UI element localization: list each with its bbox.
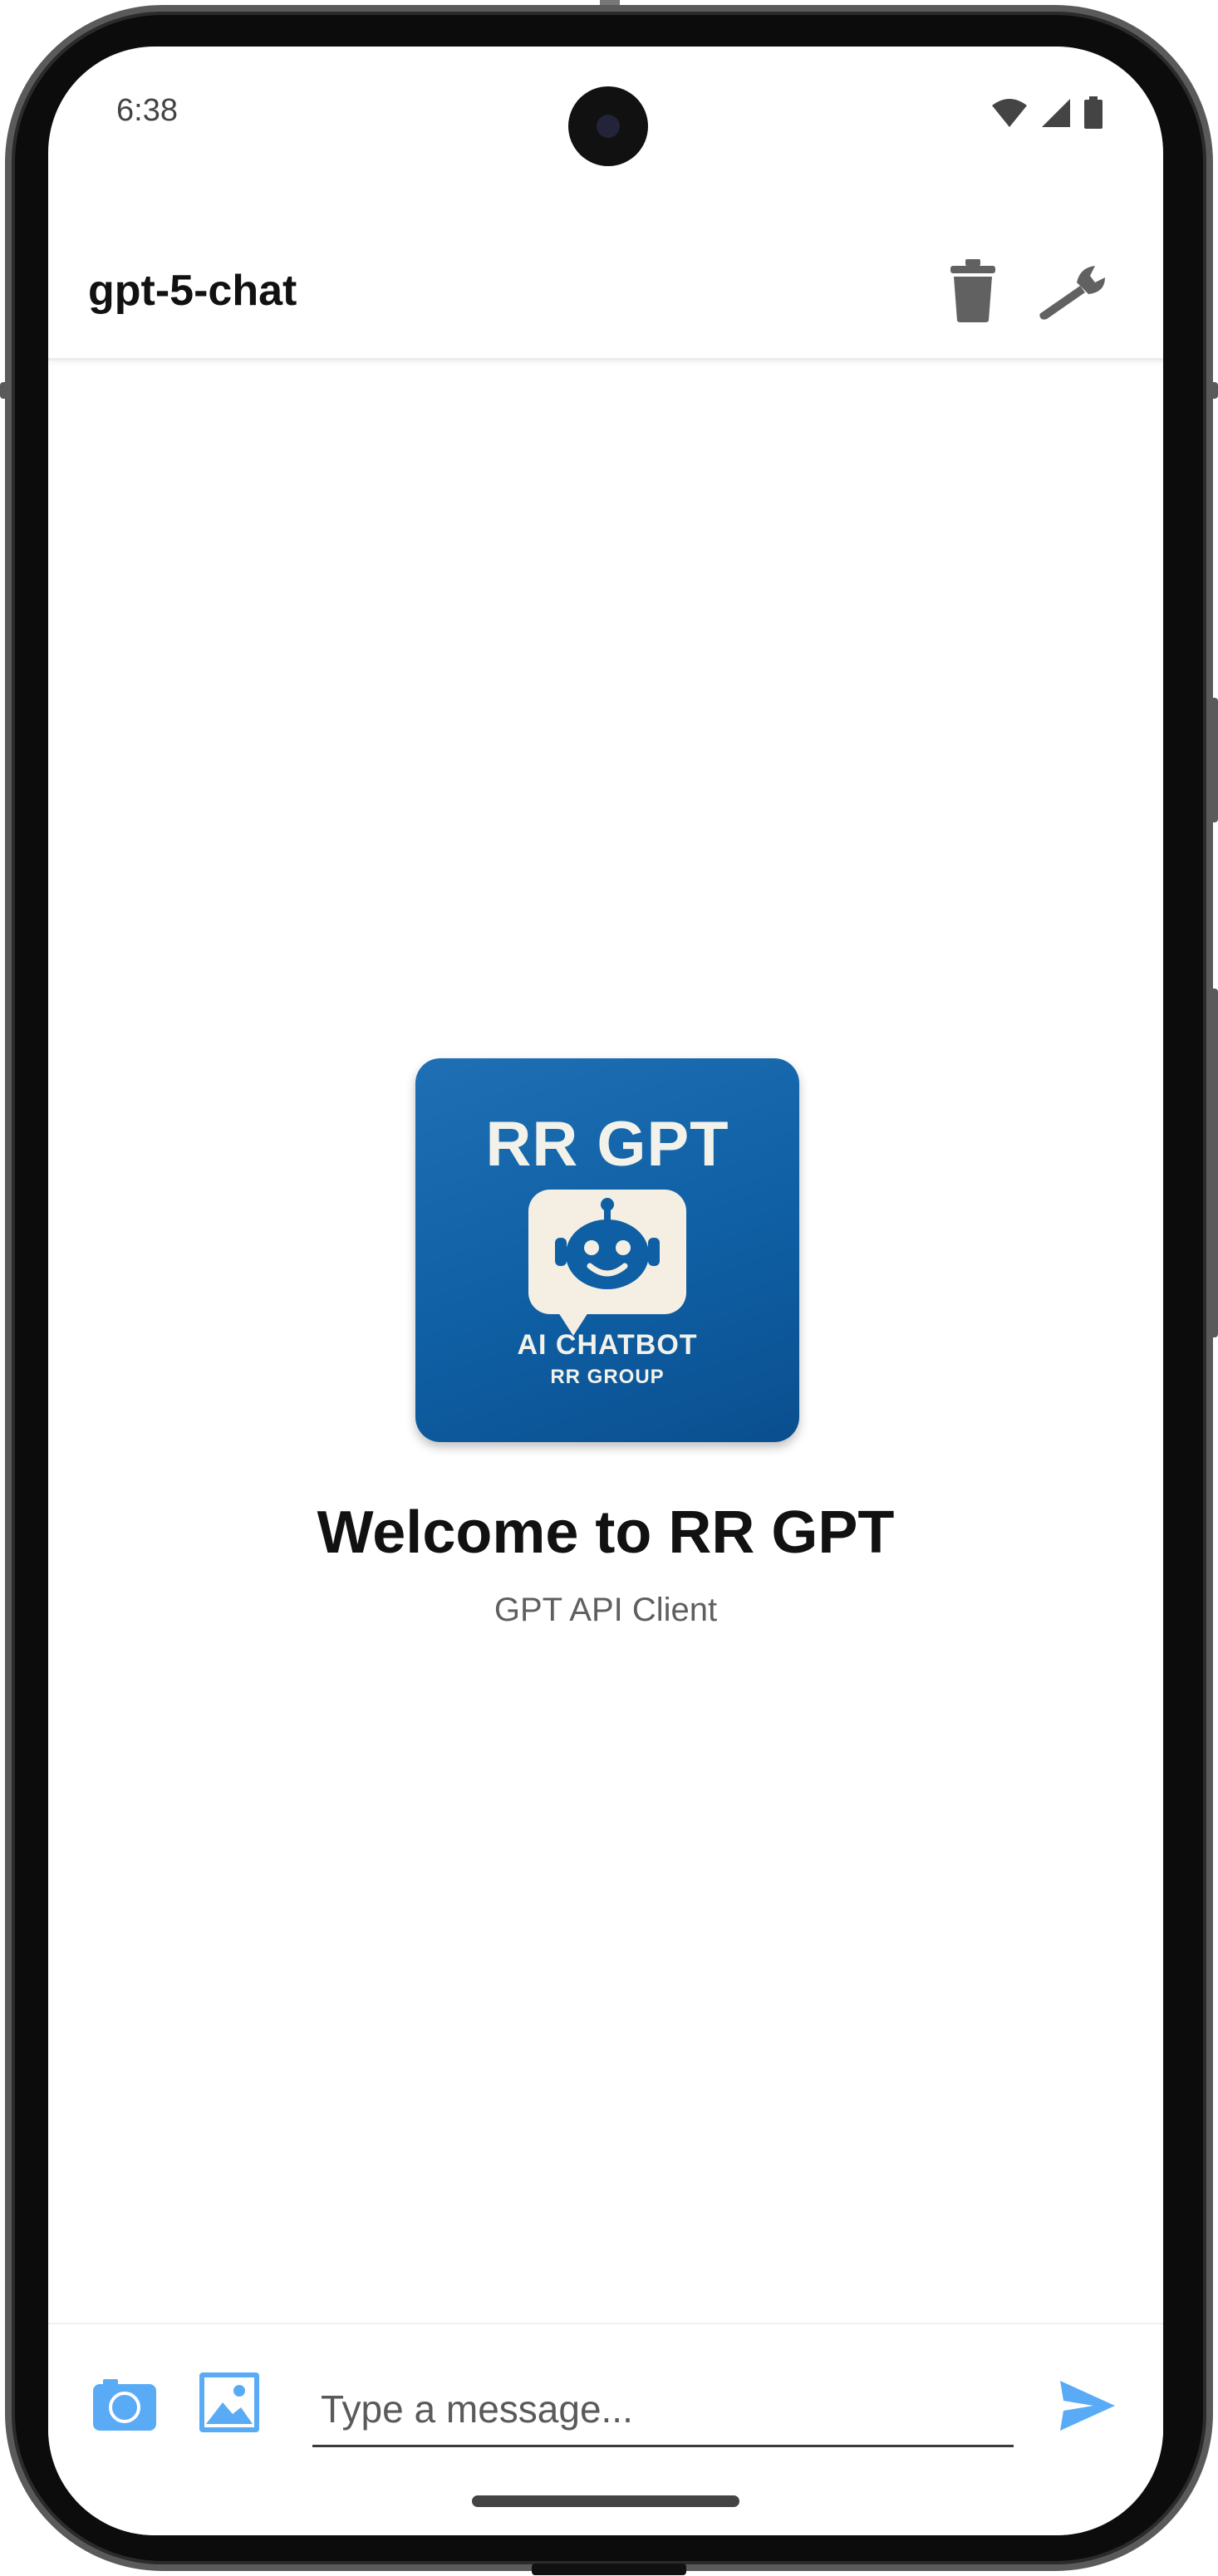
frame-bottom-detail (532, 2564, 686, 2575)
chat-bubble (528, 1190, 686, 1336)
wrench-icon (1039, 266, 1105, 320)
app-screen: 6:38 gpt-5-chat RR GPT AI CHATBOT RR GRO… (48, 47, 1163, 2535)
right-frame-notch (1210, 382, 1218, 399)
app-logo: RR GPT AI CHATBOT RR GROUP (415, 1058, 799, 1442)
logo-company: RR GROUP (550, 1366, 665, 1388)
phone-frame: 6:38 gpt-5-chat RR GPT AI CHATBOT RR GRO… (0, 0, 1218, 2576)
front-camera (568, 86, 648, 166)
message-input[interactable] (312, 2372, 1014, 2447)
camera-lens (597, 115, 620, 138)
camera-button[interactable] (93, 2379, 156, 2435)
battery-icon (1084, 96, 1103, 129)
welcome-title: Welcome to RR GPT (317, 1499, 895, 1566)
camera-icon (93, 2379, 156, 2431)
logo-title: RR GPT (485, 1109, 729, 1180)
gallery-button[interactable] (199, 2372, 259, 2436)
wifi-icon (992, 99, 1027, 127)
robot-icon (555, 1198, 660, 1289)
image-icon (199, 2372, 259, 2432)
settings-button[interactable] (1037, 264, 1113, 325)
volume-up-key (1210, 698, 1218, 822)
trash-icon (950, 259, 995, 322)
app-header: gpt-5-chat (48, 218, 1163, 361)
send-icon (1060, 2381, 1115, 2431)
delete-chat-button[interactable] (949, 259, 997, 326)
home-indicator (472, 2495, 739, 2507)
send-button[interactable] (1060, 2381, 1115, 2435)
left-frame-notch (0, 382, 8, 399)
power-key (1210, 989, 1218, 1337)
logo-tagline: AI CHATBOT (517, 1329, 698, 1361)
model-title: gpt-5-chat (88, 267, 297, 315)
welcome-subtitle: GPT API Client (494, 1592, 718, 1628)
status-icons (990, 96, 1103, 130)
signal-icon (1042, 99, 1070, 127)
status-time: 6:38 (116, 93, 178, 128)
